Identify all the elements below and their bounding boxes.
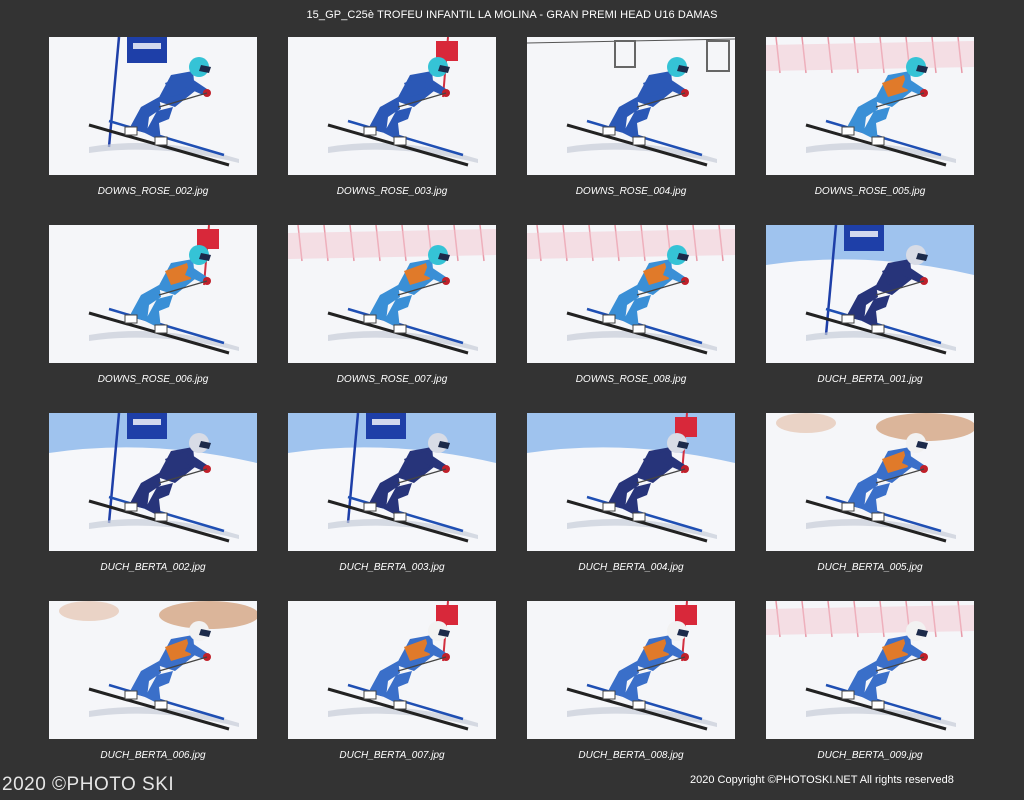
photo-thumbnail[interactable]: DOWNS_ROSE_005.jpg [766,37,974,197]
photo-filename: DOWNS_ROSE_005.jpg [814,186,926,197]
photo-thumbnail[interactable]: DOWNS_ROSE_008.jpg [527,225,735,385]
photo-thumbnail[interactable]: DUCH_BERTA_001.jpg [766,225,974,385]
photo-filename: DOWNS_ROSE_008.jpg [575,374,687,385]
photo-filename: DOWNS_ROSE_004.jpg [575,186,687,197]
photo-filename: DUCH_BERTA_003.jpg [339,562,445,573]
photo-filename: DUCH_BERTA_006.jpg [100,750,206,761]
photo-thumbnail[interactable]: DUCH_BERTA_009.jpg [766,601,974,761]
skier-photo [527,601,735,739]
photo-thumbnail[interactable]: DUCH_BERTA_003.jpg [288,413,496,573]
skier-photo [527,37,735,175]
photo-thumbnail[interactable]: DUCH_BERTA_006.jpg [49,601,257,761]
skier-photo [49,601,257,739]
photo-thumbnail[interactable]: DOWNS_ROSE_003.jpg [288,37,496,197]
photo-thumbnail[interactable]: DOWNS_ROSE_004.jpg [527,37,735,197]
skier-photo [288,601,496,739]
photo-thumbnail[interactable]: DOWNS_ROSE_007.jpg [288,225,496,385]
watermark-text: 2020 ©PHOTO SKI [2,774,175,795]
photo-filename: DOWNS_ROSE_006.jpg [97,374,209,385]
photo-filename: DUCH_BERTA_004.jpg [578,562,684,573]
photo-thumbnail[interactable]: DOWNS_ROSE_006.jpg [49,225,257,385]
page-number: 8 [947,774,954,786]
skier-photo [49,413,257,551]
photo-filename: DUCH_BERTA_005.jpg [817,562,923,573]
photo-filename: DUCH_BERTA_001.jpg [817,374,923,385]
skier-photo [49,37,257,175]
photo-filename: DUCH_BERTA_009.jpg [817,750,923,761]
skier-photo [766,37,974,175]
photo-filename: DOWNS_ROSE_002.jpg [97,186,209,197]
copyright-text: 2020 Copyright ©PHOTOSKI.NET All rights … [690,774,948,786]
photo-thumbnail[interactable]: DUCH_BERTA_004.jpg [527,413,735,573]
photo-thumbnail[interactable]: DOWNS_ROSE_002.jpg [49,37,257,197]
skier-photo [766,225,974,363]
photo-thumbnail[interactable]: DUCH_BERTA_005.jpg [766,413,974,573]
photo-filename: DUCH_BERTA_007.jpg [339,750,445,761]
contact-sheet-title: 15_GP_C25è TROFEU INFANTIL LA MOLINA - G… [306,9,718,21]
skier-photo [288,413,496,551]
photo-filename: DUCH_BERTA_002.jpg [100,562,206,573]
photo-thumbnail[interactable]: DUCH_BERTA_008.jpg [527,601,735,761]
skier-photo [288,225,496,363]
skier-photo [288,37,496,175]
skier-photo [49,225,257,363]
skier-photo [766,413,974,551]
photo-thumbnail[interactable]: DUCH_BERTA_007.jpg [288,601,496,761]
skier-photo [766,601,974,739]
photo-filename: DOWNS_ROSE_003.jpg [336,186,448,197]
photo-filename: DUCH_BERTA_008.jpg [578,750,684,761]
photo-thumbnail[interactable]: DUCH_BERTA_002.jpg [49,413,257,573]
photo-grid: DOWNS_ROSE_002.jpg DOWNS_ROSE_003.jpg DOWN… [49,37,974,761]
photo-filename: DOWNS_ROSE_007.jpg [336,374,448,385]
skier-photo [527,413,735,551]
copyright-line: 2020 Copyright ©PHOTOSKI.NET All rights … [690,774,954,786]
skier-photo [527,225,735,363]
